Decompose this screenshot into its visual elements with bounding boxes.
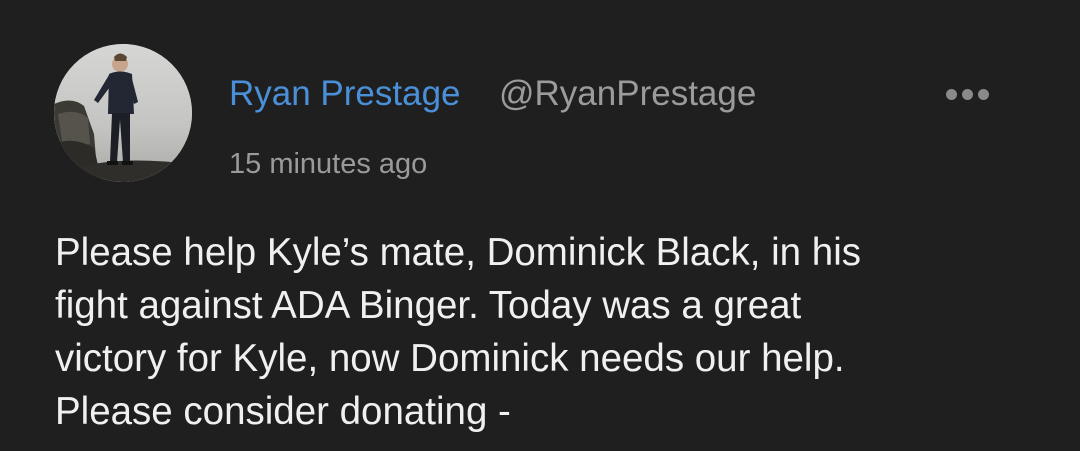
avatar[interactable] xyxy=(54,44,192,182)
post-card: Ryan Prestage @RyanPrestage 15 minutes a… xyxy=(0,0,1080,451)
post-timestamp: 15 minutes ago xyxy=(229,148,428,180)
post-body-line: victory for Kyle, now Dominick needs our… xyxy=(55,337,845,380)
post-body-line: Please help Kyle’s mate, Dominick Black,… xyxy=(55,231,861,274)
author-name[interactable]: Ryan Prestage xyxy=(229,72,461,116)
more-options-button[interactable] xyxy=(936,78,998,110)
post-body-line: Please consider donating - xyxy=(55,390,511,433)
post-body-line: fight against ADA Binger. Today was a gr… xyxy=(55,284,802,327)
post-body: Please help Kyle’s mate, Dominick Black,… xyxy=(55,226,1045,438)
more-horizontal-icon xyxy=(945,88,957,100)
more-horizontal-icon xyxy=(961,88,973,100)
more-horizontal-icon xyxy=(977,88,989,100)
avatar-photo xyxy=(54,44,192,182)
author-handle[interactable]: @RyanPrestage xyxy=(499,72,756,116)
